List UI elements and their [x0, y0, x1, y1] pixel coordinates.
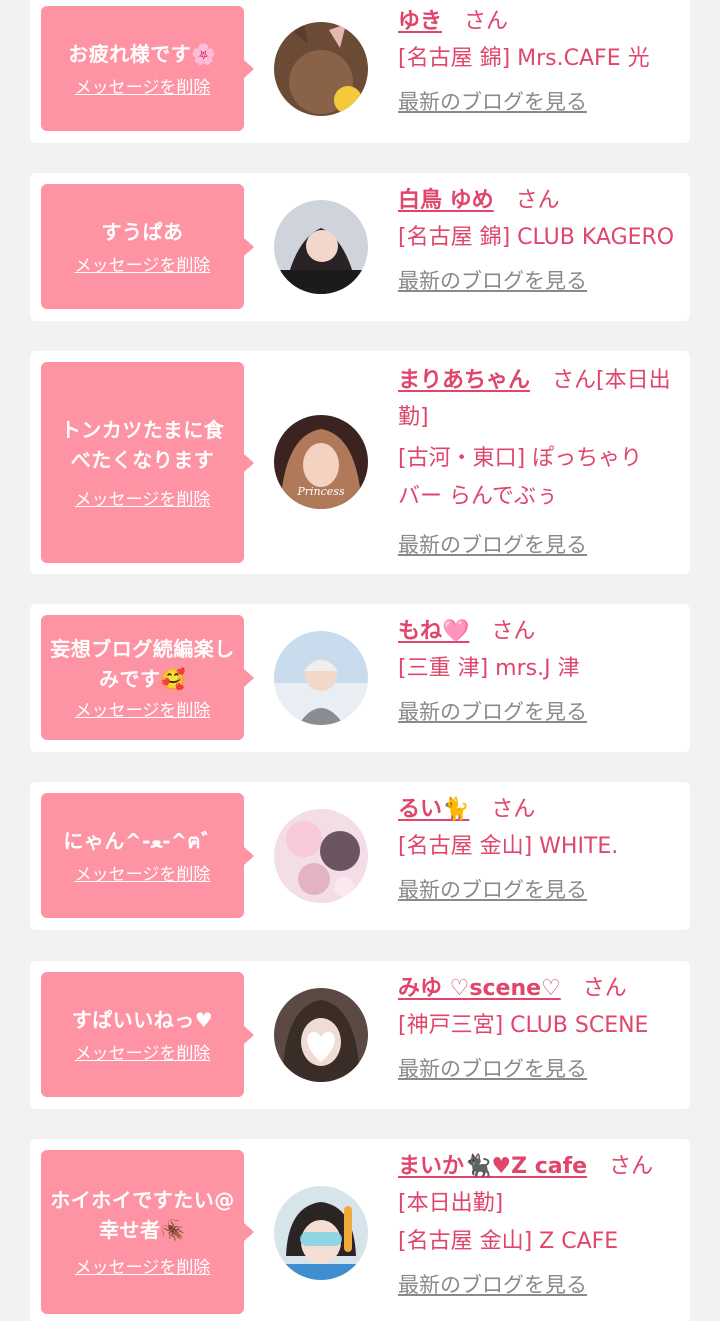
message-card: トンカツたまに食べたくなります メッセージを削除 Princess まりあちゃん… [30, 351, 690, 574]
message-text: お疲れ様です🌸 [68, 41, 217, 66]
message-bubble: お疲れ様です🌸 メッセージを削除 [41, 6, 254, 131]
honorific: さん [464, 9, 509, 34]
message-text: ホイホイですたい@幸せ者🪳 [50, 1188, 235, 1242]
profile-info: みゆ ♡scene♡ さん [神戸三宮] CLUB SCENE 最新のブログを見る [398, 971, 684, 1084]
profile-name-link[interactable]: みゆ ♡scene♡ [398, 976, 561, 1001]
message-card: にゃん^-ﻌ-^ฅ゛ メッセージを削除 るい🐈 さん [名古屋 金山] WHITE… [30, 782, 690, 930]
name-line: ゆき さん [398, 4, 684, 40]
avatar[interactable] [274, 809, 368, 903]
shop-name: [三重 津] mrs.J 津 [398, 656, 580, 681]
avatar[interactable] [274, 200, 368, 294]
name-line: 白鳥 ゆめ さん [398, 183, 684, 219]
latest-blog-link[interactable]: 最新のブログを見る [398, 697, 684, 727]
latest-blog-link[interactable]: 最新のブログを見る [398, 1270, 684, 1300]
profile-info: 白鳥 ゆめ さん [名古屋 錦] CLUB KAGERO 最新のブログを見る [398, 183, 684, 296]
shop-name-continued: バー らんでぶぅ [398, 484, 558, 509]
message-text: トンカツたまに食べたくなります [60, 417, 225, 472]
delete-message-link[interactable]: メッセージを削除 [75, 77, 211, 99]
profile-info: まりあちゃん さん[本日出勤] [古河・東口] ぽっちゃり バー らんでぶぅ 最新… [398, 362, 684, 560]
delete-message-link[interactable]: メッセージを削除 [75, 864, 211, 886]
avatar[interactable] [274, 22, 368, 116]
message-bubble: すうぱあ メッセージを削除 [41, 184, 254, 309]
svg-text:Princess: Princess [296, 485, 345, 498]
message-card: 妄想ブログ続編楽しみです🥰 メッセージを削除 もね🩷 さん [三重 津] mrs.… [30, 604, 690, 752]
shop-name: [名古屋 金山] WHITE. [398, 834, 619, 859]
message-card: お疲れ様です🌸 メッセージを削除 ゆき さん [名古屋 錦] Mrs.CAFE 光… [30, 0, 690, 143]
delete-message-link[interactable]: メッセージを削除 [75, 1043, 211, 1065]
message-bubble: すぱいいねっ♥ メッセージを削除 [41, 972, 254, 1097]
latest-blog-link[interactable]: 最新のブログを見る [398, 530, 684, 560]
delete-message-link[interactable]: メッセージを削除 [75, 489, 211, 511]
name-line: もね🩷 さん [398, 614, 684, 650]
name-line: みゆ ♡scene♡ さん [398, 971, 684, 1007]
honorific: さん [491, 619, 536, 644]
profile-name-link[interactable]: まいか🐈‍⬛♥Z cafe [398, 1154, 587, 1179]
message-card: すうぱあ メッセージを削除 白鳥 ゆめ さん [名古屋 錦] CLUB KAGER… [30, 173, 690, 321]
name-line: まいか🐈‍⬛♥Z cafe さん [398, 1149, 684, 1185]
shop-name: [名古屋 金山] Z CAFE [398, 1229, 619, 1254]
message-text: すぱいいねっ♥ [71, 1007, 214, 1032]
profile-info: まいか🐈‍⬛♥Z cafe さん [本日出勤] [名古屋 金山] Z CAFE 最… [398, 1149, 684, 1300]
profile-info: もね🩷 さん [三重 津] mrs.J 津 最新のブログを見る [398, 614, 684, 727]
avatar[interactable]: Princess [274, 415, 368, 509]
avatar[interactable] [274, 988, 368, 1082]
shop-name: [古河・東口] ぽっちゃり [398, 446, 643, 471]
honorific: さん [491, 797, 536, 822]
profile-name-link[interactable]: まりあちゃん [398, 368, 530, 393]
message-bubble: にゃん^-ﻌ-^ฅ゛ メッセージを削除 [41, 793, 254, 918]
profile-info: ゆき さん [名古屋 錦] Mrs.CAFE 光 最新のブログを見る [398, 4, 684, 117]
shop-name: [名古屋 錦] CLUB KAGERO [398, 225, 675, 250]
avatar[interactable] [274, 631, 368, 725]
honorific: さん [582, 976, 627, 1001]
profile-name-link[interactable]: 白鳥 ゆめ [398, 188, 494, 213]
delete-message-link[interactable]: メッセージを削除 [75, 1257, 211, 1279]
message-text: すうぱあ [101, 219, 184, 244]
profile-name-link[interactable]: もね🩷 [398, 619, 469, 644]
delete-message-link[interactable]: メッセージを削除 [75, 255, 211, 277]
message-card: すぱいいねっ♥ メッセージを削除 みゆ ♡scene♡ さん [神戸三宮] CLU… [30, 961, 690, 1109]
message-bubble: 妄想ブログ続編楽しみです🥰 メッセージを削除 [41, 615, 254, 740]
avatar[interactable] [274, 1186, 368, 1280]
message-bubble: ホイホイですたい@幸せ者🪳 メッセージを削除 [41, 1150, 254, 1314]
shop-name: [名古屋 錦] Mrs.CAFE 光 [398, 46, 650, 71]
message-card: ホイホイですたい@幸せ者🪳 メッセージを削除 まいか🐈‍⬛♥Z cafe さん [… [30, 1139, 690, 1321]
latest-blog-link[interactable]: 最新のブログを見る [398, 875, 684, 905]
name-line: るい🐈 さん [398, 792, 684, 828]
honorific: さん [515, 188, 560, 213]
honorific: さん [609, 1154, 654, 1179]
profile-name-link[interactable]: るい🐈 [398, 797, 469, 822]
latest-blog-link[interactable]: 最新のブログを見る [398, 266, 684, 296]
delete-message-link[interactable]: メッセージを削除 [75, 700, 211, 722]
message-list: お疲れ様です🌸 メッセージを削除 ゆき さん [名古屋 錦] Mrs.CAFE 光… [0, 0, 720, 1321]
profile-info: るい🐈 さん [名古屋 金山] WHITE. 最新のブログを見る [398, 792, 684, 905]
name-line: まりあちゃん さん[本日出勤] [398, 362, 684, 436]
latest-blog-link[interactable]: 最新のブログを見る [398, 87, 684, 117]
message-text: 妄想ブログ続編楽しみです🥰 [50, 636, 235, 691]
profile-name-link[interactable]: ゆき [398, 9, 442, 34]
shop-name: [神戸三宮] CLUB SCENE [398, 1013, 649, 1038]
message-text: にゃん^-ﻌ-^ฅ゛ [63, 828, 222, 853]
latest-blog-link[interactable]: 最新のブログを見る [398, 1054, 684, 1084]
message-bubble: トンカツたまに食べたくなります メッセージを削除 [41, 362, 254, 563]
shop-status: [本日出勤] [398, 1191, 504, 1216]
